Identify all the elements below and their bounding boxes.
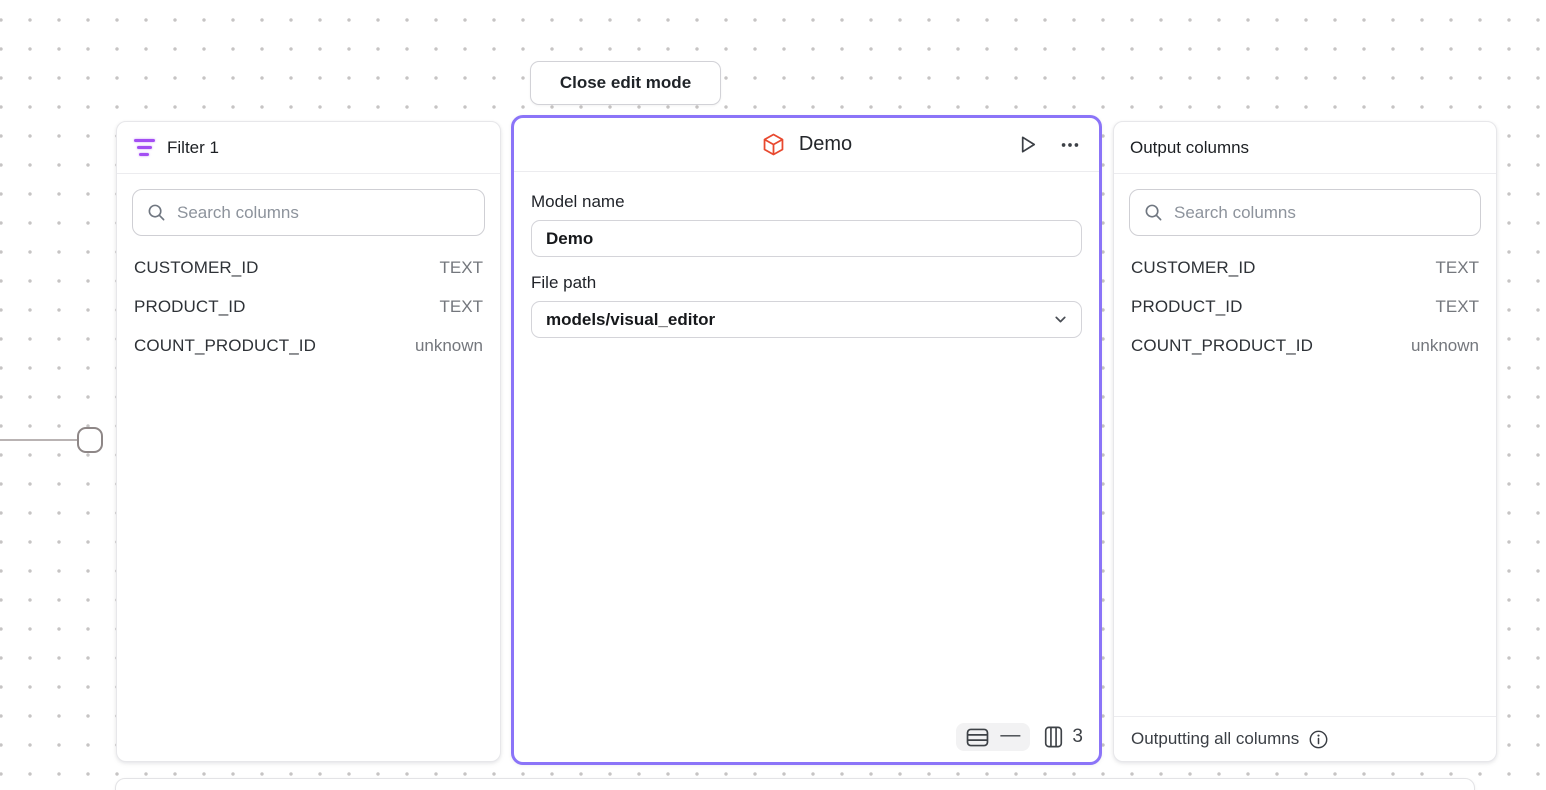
model-panel-header: Demo xyxy=(514,118,1099,172)
filter-search-box[interactable] xyxy=(132,189,485,236)
column-name: CUSTOMER_ID xyxy=(1131,258,1256,278)
filter-panel-title: Filter 1 xyxy=(167,138,219,158)
output-panel-header: Output columns xyxy=(1114,122,1496,174)
model-name-label: Model name xyxy=(531,192,1082,212)
filter-search-input[interactable] xyxy=(177,203,470,223)
column-count-stat[interactable]: 3 xyxy=(1044,726,1083,748)
ellipsis-icon xyxy=(1059,134,1081,156)
column-row[interactable]: CUSTOMER_ID TEXT xyxy=(1114,248,1496,287)
column-row[interactable]: COUNT_PRODUCT_ID unknown xyxy=(117,326,500,365)
info-icon[interactable] xyxy=(1308,729,1329,750)
output-columns-panel[interactable]: Output columns CUSTOMER_ID TEXT PRODUCT_… xyxy=(1113,121,1497,762)
file-path-select[interactable]: models/visual_editor xyxy=(531,301,1082,338)
output-search-input[interactable] xyxy=(1174,203,1466,223)
file-path-value: models/visual_editor xyxy=(546,310,715,330)
chevron-down-icon xyxy=(1052,311,1069,328)
column-row[interactable]: COUNT_PRODUCT_ID unknown xyxy=(1114,326,1496,365)
output-panel-footer: Outputting all columns xyxy=(1114,716,1496,761)
close-edit-mode-button[interactable]: Close edit mode xyxy=(530,61,721,105)
model-cube-icon xyxy=(761,132,786,157)
search-icon xyxy=(147,203,166,222)
model-node-panel-selected[interactable]: Demo Model name File path models/visual_… xyxy=(511,115,1102,765)
more-options-button[interactable] xyxy=(1057,132,1083,158)
column-count-value: 3 xyxy=(1072,726,1083,748)
search-icon xyxy=(1144,203,1163,222)
row-count-stat[interactable]: — xyxy=(956,723,1030,751)
filter-panel-header: Filter 1 xyxy=(117,122,500,174)
column-row[interactable]: PRODUCT_ID TEXT xyxy=(1114,287,1496,326)
file-path-label: File path xyxy=(531,273,1082,293)
column-type: TEXT xyxy=(440,258,483,278)
column-name: COUNT_PRODUCT_ID xyxy=(134,336,316,356)
edge-connector-handle[interactable] xyxy=(77,427,103,453)
edge-connector-line xyxy=(0,439,78,441)
column-type: TEXT xyxy=(1436,258,1479,278)
column-name: PRODUCT_ID xyxy=(1131,297,1243,317)
column-row[interactable]: CUSTOMER_ID TEXT xyxy=(117,248,500,287)
model-result-stats: — 3 xyxy=(956,723,1083,751)
run-model-button[interactable] xyxy=(1014,131,1041,158)
filter-node-panel[interactable]: Filter 1 CUSTOMER_ID TEXT PRODUCT_ID TEX… xyxy=(116,121,501,762)
column-type: TEXT xyxy=(440,297,483,317)
filter-column-list: CUSTOMER_ID TEXT PRODUCT_ID TEXT COUNT_P… xyxy=(117,242,500,371)
table-rows-icon xyxy=(966,728,989,747)
column-type: unknown xyxy=(1411,336,1479,356)
filter-lines-icon xyxy=(133,139,155,156)
output-panel-title: Output columns xyxy=(1130,138,1249,158)
column-name: CUSTOMER_ID xyxy=(134,258,259,278)
column-name: COUNT_PRODUCT_ID xyxy=(1131,336,1313,356)
row-count-value: — xyxy=(1000,725,1020,745)
column-type: unknown xyxy=(415,336,483,356)
output-column-list: CUSTOMER_ID TEXT PRODUCT_ID TEXT COUNT_P… xyxy=(1114,242,1496,371)
table-columns-icon xyxy=(1044,726,1063,748)
column-name: PRODUCT_ID xyxy=(134,297,246,317)
output-footer-text: Outputting all columns xyxy=(1131,729,1299,749)
column-type: TEXT xyxy=(1436,297,1479,317)
column-row[interactable]: PRODUCT_ID TEXT xyxy=(117,287,500,326)
play-icon xyxy=(1016,133,1039,156)
model-name-input[interactable] xyxy=(531,220,1082,257)
model-panel-title: Demo xyxy=(799,133,852,156)
bottom-panel-edge[interactable] xyxy=(115,778,1475,790)
output-search-box[interactable] xyxy=(1129,189,1481,236)
